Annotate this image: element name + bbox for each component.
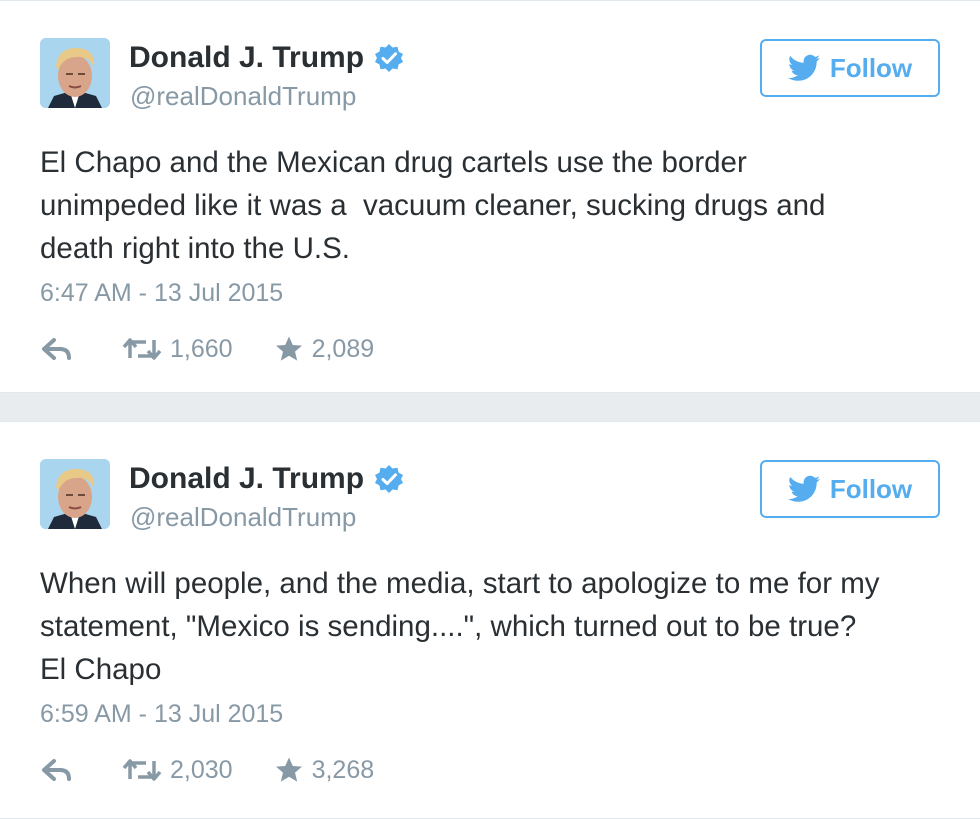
tweet-card: Donald J. Trump @realDonaldTrump Follow …: [0, 421, 980, 819]
tweet-timestamp[interactable]: 6:47 AM - 13 Jul 2015: [40, 278, 283, 308]
tweet-card: Donald J. Trump @realDonaldTrump Follow …: [0, 0, 980, 393]
tweet-text: El Chapo and the Mexican drug cartels us…: [40, 146, 826, 265]
author-row: Donald J. Trump: [129, 459, 404, 499]
retweet-icon: [122, 338, 162, 360]
retweet-count: 1,660: [170, 334, 233, 363]
follow-button[interactable]: Follow: [760, 460, 940, 518]
follow-label: Follow: [829, 473, 913, 504]
favorite-count: 2,089: [311, 334, 375, 363]
tweet-timestamp[interactable]: 6:59 AM - 13 Jul 2015: [40, 699, 283, 729]
star-icon: [275, 336, 302, 361]
tweet-actions: 2,030 3,268: [40, 753, 374, 787]
favorite-button[interactable]: 2,089: [275, 334, 375, 364]
retweet-button[interactable]: 2,030: [122, 756, 275, 785]
retweet-count: 2,030: [170, 755, 233, 784]
retweet-button[interactable]: 1,660: [122, 335, 275, 364]
tweet-text: When will people, and the media, start t…: [40, 567, 880, 686]
author-row: Donald J. Trump: [129, 38, 404, 78]
follow-label: Follow: [829, 52, 913, 83]
author-handle[interactable]: @realDonaldTrump: [130, 501, 356, 533]
author-handle[interactable]: @realDonaldTrump: [130, 80, 356, 112]
avatar[interactable]: [40, 38, 110, 108]
verified-badge-icon: [375, 44, 404, 72]
verified-badge-icon: [375, 465, 404, 493]
favorite-button[interactable]: 3,268: [275, 755, 375, 785]
twitter-bird-icon: [787, 54, 820, 81]
twitter-bird-icon: [787, 475, 820, 502]
favorite-count: 3,268: [311, 755, 375, 784]
avatar[interactable]: [40, 459, 110, 529]
tweet-actions: 1,660 2,089: [40, 332, 374, 366]
follow-button[interactable]: Follow: [760, 39, 940, 97]
author-name[interactable]: Donald J. Trump: [129, 38, 364, 78]
retweet-icon: [122, 759, 162, 781]
author-name[interactable]: Donald J. Trump: [129, 459, 364, 499]
reply-icon[interactable]: [40, 334, 74, 364]
star-icon: [275, 757, 302, 782]
reply-icon[interactable]: [40, 755, 74, 785]
